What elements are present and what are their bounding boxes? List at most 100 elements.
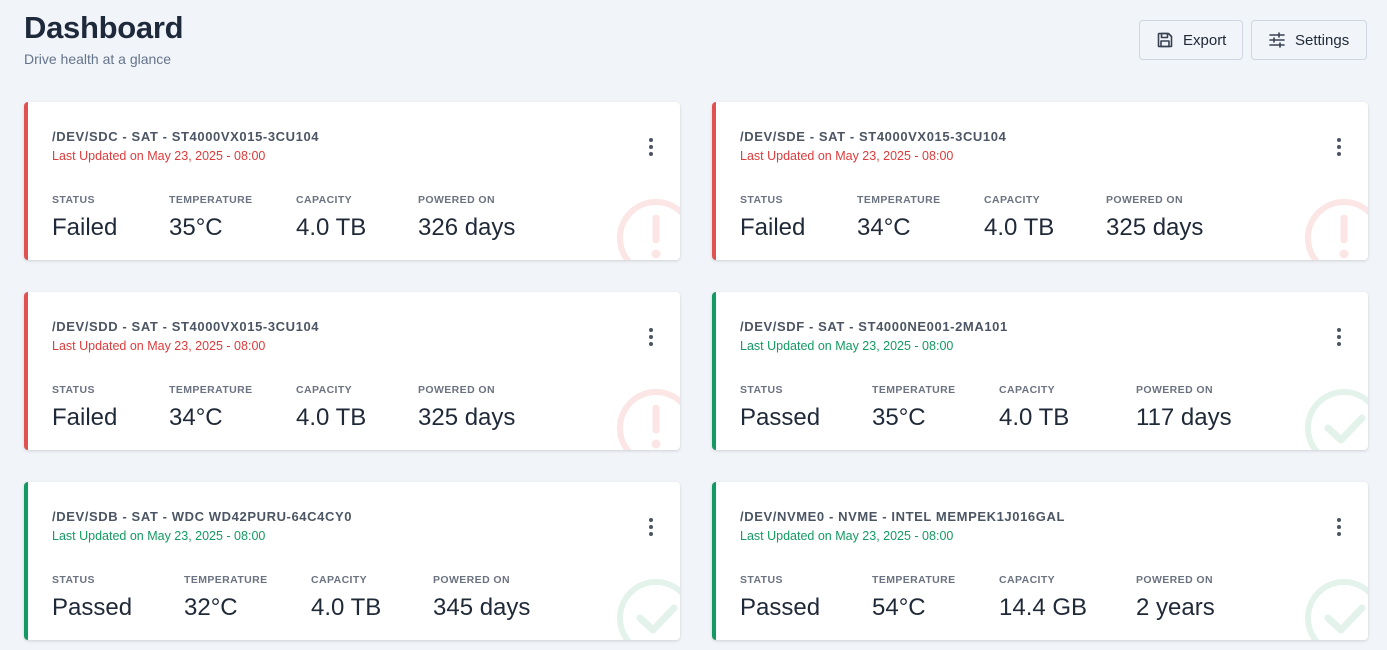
status-value: Failed xyxy=(740,214,806,241)
temperature-value: 34°C xyxy=(857,214,911,241)
stat-label: POWERED ON xyxy=(433,574,510,586)
toolbar: Export Settings xyxy=(1139,20,1367,60)
more-options-icon[interactable] xyxy=(642,136,660,158)
stat-label: POWERED ON xyxy=(1106,194,1183,206)
stat-label: CAPACITY xyxy=(999,574,1056,586)
drive-card[interactable]: /DEV/SDE - SAT - ST4000VX015-3CU104 Last… xyxy=(712,102,1368,260)
drive-card[interactable]: /DEV/SDB - SAT - WDC WD42PURU-64C4CY0 La… xyxy=(24,482,680,640)
temperature-value: 35°C xyxy=(169,214,223,241)
drive-card[interactable]: /DEV/SDD - SAT - ST4000VX015-3CU104 Last… xyxy=(24,292,680,450)
alert-icon xyxy=(616,384,680,450)
check-icon xyxy=(1304,384,1368,450)
stat-label: STATUS xyxy=(740,194,783,206)
stat-status: STATUS Failed xyxy=(52,384,117,432)
more-options-icon[interactable] xyxy=(642,516,660,538)
drive-title: /DEV/SDD - SAT - ST4000VX015-3CU104 xyxy=(52,319,320,334)
stat-label: TEMPERATURE xyxy=(857,194,941,206)
stat-temperature: TEMPERATURE 35°C xyxy=(169,194,253,242)
last-updated: Last Updated on May 23, 2025 - 08:00 xyxy=(52,149,266,163)
capacity-value: 4.0 TB xyxy=(311,594,382,621)
stat-powered-on: POWERED ON 326 days xyxy=(418,194,515,242)
stat-status: STATUS Passed xyxy=(740,574,820,622)
page-title: Dashboard xyxy=(24,10,184,45)
stat-status: STATUS Passed xyxy=(740,384,820,432)
stat-status: STATUS Passed xyxy=(52,574,132,622)
stat-label: STATUS xyxy=(740,574,783,586)
capacity-value: 14.4 GB xyxy=(999,594,1088,621)
stat-temperature: TEMPERATURE 35°C xyxy=(872,384,956,432)
temperature-value: 35°C xyxy=(872,404,926,431)
stat-temperature: TEMPERATURE 34°C xyxy=(857,194,941,242)
export-button[interactable]: Export xyxy=(1139,20,1243,60)
capacity-value: 4.0 TB xyxy=(296,214,367,241)
drive-title: /DEV/SDB - SAT - WDC WD42PURU-64C4CY0 xyxy=(52,509,353,524)
drive-card[interactable]: /DEV/NVME0 - NVME - INTEL MEMPEK1J016GAL… xyxy=(712,482,1368,640)
stat-powered-on: POWERED ON 345 days xyxy=(433,574,530,622)
stat-powered-on: POWERED ON 325 days xyxy=(1106,194,1203,242)
temperature-value: 32°C xyxy=(184,594,238,621)
stat-label: STATUS xyxy=(740,384,783,396)
last-updated: Last Updated on May 23, 2025 - 08:00 xyxy=(52,529,266,543)
last-updated: Last Updated on May 23, 2025 - 08:00 xyxy=(52,339,266,353)
more-options-icon[interactable] xyxy=(1330,136,1348,158)
page-subtitle: Drive health at a glance xyxy=(24,51,172,67)
stat-capacity: CAPACITY 4.0 TB xyxy=(296,384,366,432)
more-options-icon[interactable] xyxy=(1330,516,1348,538)
check-icon xyxy=(1304,574,1368,640)
stat-capacity: CAPACITY 4.0 TB xyxy=(311,574,381,622)
stat-label: CAPACITY xyxy=(984,194,1041,206)
status-value: Passed xyxy=(740,594,821,621)
capacity-value: 4.0 TB xyxy=(984,214,1055,241)
stat-capacity: CAPACITY 4.0 TB xyxy=(296,194,366,242)
status-value: Passed xyxy=(740,404,821,431)
stat-label: CAPACITY xyxy=(311,574,368,586)
stat-label: TEMPERATURE xyxy=(872,574,956,586)
powered-on-value: 2 years xyxy=(1136,594,1215,621)
stat-capacity: CAPACITY 4.0 TB xyxy=(999,384,1069,432)
capacity-value: 4.0 TB xyxy=(296,404,367,431)
drive-title: /DEV/SDE - SAT - ST4000VX015-3CU104 xyxy=(740,129,1007,144)
stat-powered-on: POWERED ON 2 years xyxy=(1136,574,1215,622)
stat-label: CAPACITY xyxy=(296,194,353,206)
stat-label: STATUS xyxy=(52,574,95,586)
drive-title: /DEV/NVME0 - NVME - INTEL MEMPEK1J016GAL xyxy=(740,509,1065,524)
status-value: Failed xyxy=(52,214,118,241)
stat-capacity: CAPACITY 14.4 GB xyxy=(999,574,1087,622)
settings-button[interactable]: Settings xyxy=(1251,20,1367,60)
stat-label: STATUS xyxy=(52,194,95,206)
powered-on-value: 325 days xyxy=(418,404,516,431)
drive-title: /DEV/SDC - SAT - ST4000VX015-3CU104 xyxy=(52,129,320,144)
capacity-value: 4.0 TB xyxy=(999,404,1070,431)
stat-label: POWERED ON xyxy=(1136,384,1213,396)
stat-powered-on: POWERED ON 325 days xyxy=(418,384,515,432)
save-icon xyxy=(1156,31,1174,49)
stat-label: TEMPERATURE xyxy=(169,384,253,396)
alert-icon xyxy=(1304,194,1368,260)
settings-label: Settings xyxy=(1295,31,1350,49)
alert-icon xyxy=(616,194,680,260)
more-options-icon[interactable] xyxy=(642,326,660,348)
temperature-value: 34°C xyxy=(169,404,223,431)
powered-on-value: 325 days xyxy=(1106,214,1204,241)
powered-on-value: 326 days xyxy=(418,214,516,241)
export-label: Export xyxy=(1183,31,1227,49)
last-updated: Last Updated on May 23, 2025 - 08:00 xyxy=(740,529,954,543)
temperature-value: 54°C xyxy=(872,594,926,621)
sliders-icon xyxy=(1268,31,1286,49)
powered-on-value: 345 days xyxy=(433,594,531,621)
stat-status: STATUS Failed xyxy=(740,194,805,242)
status-value: Failed xyxy=(52,404,118,431)
status-value: Passed xyxy=(52,594,133,621)
stat-label: POWERED ON xyxy=(418,384,495,396)
stat-label: CAPACITY xyxy=(999,384,1056,396)
check-icon xyxy=(616,574,680,640)
last-updated: Last Updated on May 23, 2025 - 08:00 xyxy=(740,339,954,353)
more-options-icon[interactable] xyxy=(1330,326,1348,348)
stat-label: TEMPERATURE xyxy=(184,574,268,586)
drive-card[interactable]: /DEV/SDC - SAT - ST4000VX015-3CU104 Last… xyxy=(24,102,680,260)
drive-card[interactable]: /DEV/SDF - SAT - ST4000NE001-2MA101 Last… xyxy=(712,292,1368,450)
last-updated: Last Updated on May 23, 2025 - 08:00 xyxy=(740,149,954,163)
stat-label: TEMPERATURE xyxy=(169,194,253,206)
powered-on-value: 117 days xyxy=(1136,404,1232,431)
stat-temperature: TEMPERATURE 34°C xyxy=(169,384,253,432)
